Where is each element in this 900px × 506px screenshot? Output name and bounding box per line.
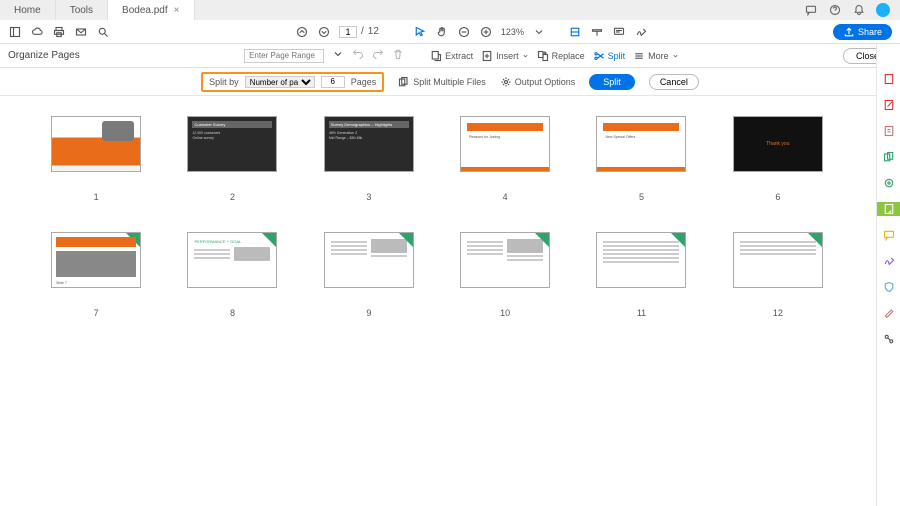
tab-strip: Home Tools Bodea.pdf × [0,0,900,20]
page-number: 11 [637,308,646,318]
split-tool-button[interactable]: Split [593,50,626,62]
mail-icon[interactable] [74,25,88,39]
zoom-value[interactable]: 123% [501,27,524,37]
page-thumb[interactable]: Reasons for Joining 4 [449,116,561,202]
split-multiple-button[interactable]: Split Multiple Files [398,76,486,88]
page-number: 4 [503,192,508,202]
page-sep: / [361,26,364,37]
main-toolbar: / 12 123% Share [0,20,900,44]
split-value-input[interactable] [321,76,345,88]
split-button[interactable]: Split [589,74,635,90]
page-number: 5 [639,192,644,202]
organize-bar: Organize Pages Extract Insert Replace Sp… [0,44,900,68]
page-range-input[interactable] [244,49,324,63]
extract-button[interactable]: Extract [430,50,473,62]
read-mode-icon[interactable] [590,25,604,39]
sign-icon[interactable] [634,25,648,39]
chevron-down-icon[interactable] [332,48,344,63]
hand-icon[interactable] [435,25,449,39]
comment-icon[interactable] [612,25,626,39]
organize-pages-icon[interactable] [877,202,900,216]
page-thumb[interactable]: Customer Survey12,500 customersOnline su… [176,116,288,202]
right-rail [876,44,900,506]
combine-icon[interactable] [882,150,896,164]
page-thumb[interactable]: PERFORMANCE + GOAL 8 [176,232,288,318]
page-number: 2 [230,192,235,202]
page-thumb[interactable]: 9 [313,232,425,318]
page-number: 6 [775,192,780,202]
split-options-bar: Split by Number of pages Pages Split Mul… [0,68,900,96]
share-button[interactable]: Share [833,24,892,40]
split-by-label: Split by [209,77,239,87]
chevron-down-icon[interactable] [532,25,546,39]
page-current-input[interactable] [339,26,357,38]
trash-icon[interactable] [392,48,404,63]
pointer-icon[interactable] [413,25,427,39]
page-number: 10 [500,308,510,318]
rotate-left-icon[interactable] [352,48,364,63]
fill-sign-icon[interactable] [882,254,896,268]
split-by-select[interactable]: Number of pages [245,76,315,88]
sidebar-toggle-icon[interactable] [8,25,22,39]
print-icon[interactable] [52,25,66,39]
zoom-in-icon[interactable] [479,25,493,39]
output-options-button[interactable]: Output Options [500,76,576,88]
zoom-out-icon[interactable] [457,25,471,39]
rotate-right-icon[interactable] [372,48,384,63]
page-down-icon[interactable] [317,25,331,39]
insert-button[interactable]: Insert [481,50,529,62]
protect-icon[interactable] [882,280,896,294]
tab-tools[interactable]: Tools [56,0,108,20]
page-number: 8 [230,308,235,318]
edit-pdf-icon[interactable] [882,98,896,112]
page-thumb[interactable]: 11 [585,232,697,318]
comment-tool-icon[interactable] [882,228,896,242]
cancel-button[interactable]: Cancel [649,74,699,90]
fit-width-icon[interactable] [568,25,582,39]
chat-icon[interactable] [804,3,818,17]
page-number: 1 [94,192,99,202]
tab-file[interactable]: Bodea.pdf × [108,0,194,20]
replace-button[interactable]: Replace [537,50,585,62]
page-number: 12 [773,308,783,318]
page-number: 9 [366,308,371,318]
organize-title: Organize Pages [8,50,80,61]
help-icon[interactable] [828,3,842,17]
more-tools-icon[interactable] [882,332,896,346]
page-thumb[interactable]: Thank you 6 [722,116,834,202]
page-thumb[interactable]: 12 [722,232,834,318]
export-pdf-icon[interactable] [882,124,896,138]
search-icon[interactable] [96,25,110,39]
more-button[interactable]: More [633,50,679,62]
page-number: 3 [366,192,371,202]
split-unit-label: Pages [351,77,377,87]
avatar[interactable] [876,3,890,17]
redact-icon[interactable] [882,306,896,320]
page-total: 12 [368,26,379,37]
thumbnails-area: 1 Customer Survey12,500 customersOnline … [0,96,874,506]
page-thumb[interactable]: 10 [449,232,561,318]
compress-icon[interactable] [882,176,896,190]
create-pdf-icon[interactable] [882,72,896,86]
tab-home[interactable]: Home [0,0,56,20]
page-number: 7 [94,308,99,318]
close-tab-icon[interactable]: × [174,5,180,16]
bell-icon[interactable] [852,3,866,17]
page-thumb[interactable]: Survey Demographics – Highlights48% Gene… [313,116,425,202]
page-up-icon[interactable] [295,25,309,39]
cloud-icon[interactable] [30,25,44,39]
page-thumb[interactable]: Slide 7 7 [40,232,152,318]
split-by-group: Split by Number of pages Pages [201,72,384,92]
page-thumb[interactable]: 1 [40,116,152,202]
page-thumb[interactable]: New Special Offers 5 [585,116,697,202]
